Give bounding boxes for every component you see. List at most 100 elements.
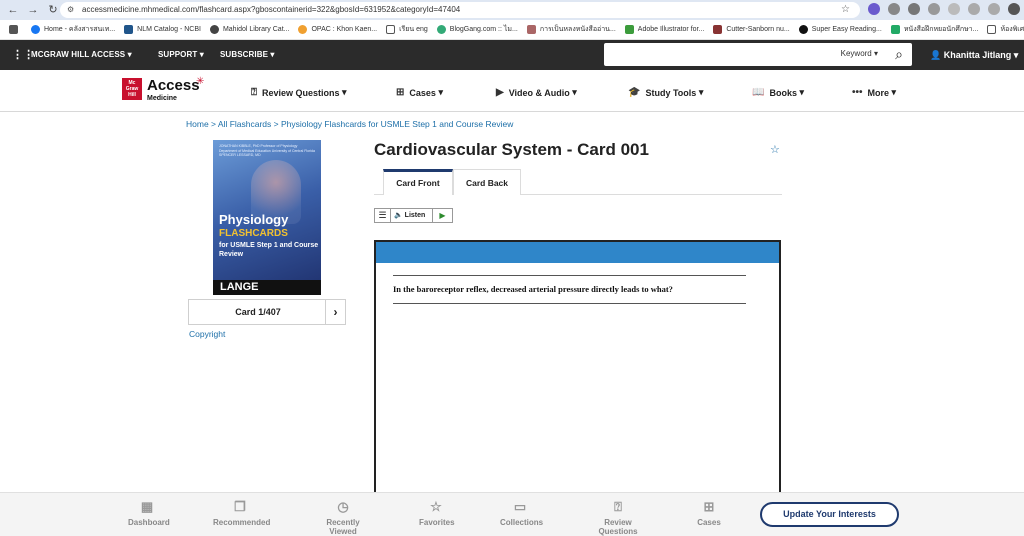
reload-icon[interactable]: ↻ [46, 3, 60, 17]
player-menu-icon[interactable]: ☰ [375, 209, 391, 222]
divider [393, 275, 746, 276]
extensions-puzzle-icon[interactable] [948, 3, 960, 15]
facebook-icon [31, 25, 40, 34]
chevron-down-icon: ▾ [1013, 50, 1019, 60]
play-icon[interactable]: ▶ [433, 209, 452, 222]
mcgraw-hill-logo[interactable]: Mc Graw Hill [122, 78, 142, 100]
bookmark-item[interactable]: การเป็นหลงหนังสืออ่าน... [526, 24, 616, 35]
extension-icon[interactable] [868, 3, 880, 15]
book-title-line2: FLASHCARDS [219, 228, 288, 239]
download-icon[interactable] [988, 3, 1000, 15]
ncbi-icon [124, 25, 134, 34]
flashcard: In the baroreceptor reflex, decreased ar… [374, 240, 781, 500]
bookmark-item[interactable]: BlogGang.com :: ไม... [436, 24, 518, 35]
brand-menu[interactable]: MCGRAW HILL ACCESS ▾ [31, 40, 132, 70]
breadcrumb[interactable]: Home > All Flashcards > Physiology Flash… [186, 119, 513, 129]
reading-site-icon [798, 25, 808, 34]
star-icon: ☆ [430, 499, 442, 514]
folder-icon [386, 25, 396, 34]
bottom-review-questions[interactable]: ⍰ Review Questions [587, 499, 649, 536]
card-tabs: Card Front Card Back [374, 169, 782, 195]
publisher-logo: LANGE [213, 280, 321, 295]
medical-case-icon: ⊞ [703, 499, 715, 514]
address-bar[interactable]: ⚙ accessmedicine.mhmedical.com/flashcard… [60, 2, 860, 18]
bottom-dashboard[interactable]: ▦ Dashboard [128, 499, 170, 527]
bookmark-item[interactable]: NLM Catalog - NCBI [124, 25, 201, 34]
bookmark-item[interactable]: เรียน eng [386, 24, 428, 35]
forward-icon[interactable]: → [26, 3, 40, 17]
search-input[interactable]: Keyword ▾ ⌕ [604, 43, 912, 66]
tab-card-back[interactable]: Card Back [453, 169, 521, 195]
play-icon: ▶ [496, 87, 504, 98]
nav-study-tools[interactable]: 🎓 Study Tools ▾ [628, 87, 703, 98]
site-info-icon[interactable]: ⚙ [67, 2, 74, 18]
chevron-down-icon: ▾ [127, 50, 132, 59]
dashboard-icon: ▦ [140, 499, 154, 514]
page-title: Cardiovascular System - Card 001 [374, 140, 649, 159]
search-scope-dropdown[interactable]: Keyword ▾ [841, 49, 878, 58]
flashcard-question: In the baroreceptor reflex, decreased ar… [393, 284, 673, 294]
listen-button[interactable]: 🔈 Listen [391, 209, 433, 222]
logo-spark-icon: ✳ [196, 76, 205, 87]
bottom-cases[interactable]: ⊞ Cases [697, 499, 721, 527]
book-authors: JONATHAN KIBBLE, PhD Professor of Physio… [219, 144, 315, 157]
extension-icon[interactable] [928, 3, 940, 15]
nav-review-questions[interactable]: ⍰ Review Questions ▾ [251, 87, 347, 98]
bottom-favorites[interactable]: ☆ Favorites [419, 499, 455, 527]
adobe-icon [624, 25, 634, 34]
bookmark-item[interactable]: Mahidol Library Cat... [209, 25, 289, 34]
browser-toolbar: ← → ↻ ⚙ accessmedicine.mhmedical.com/fla… [0, 0, 1024, 20]
flashcard-header-band [376, 242, 779, 263]
profile-avatar[interactable] [1008, 3, 1020, 15]
bookmark-item[interactable]: Adobe Illustrator for... [624, 25, 704, 34]
support-menu[interactable]: SUPPORT ▾ [158, 40, 204, 70]
logo-subtitle: Medicine [147, 95, 177, 102]
bookmark-item[interactable]: Super Easy Reading... [798, 25, 882, 34]
question-icon: ⍰ [251, 87, 257, 98]
chevron-down-icon: ▾ [199, 50, 204, 59]
book-cover[interactable]: JONATHAN KIBBLE, PhD Professor of Physio… [213, 140, 321, 295]
question-icon: ⍰ [614, 499, 622, 514]
bottom-recently-viewed[interactable]: ◷ Recently Viewed [314, 499, 372, 536]
chevron-down-icon: ▾ [698, 87, 704, 97]
menu-icon[interactable] [968, 3, 980, 15]
url-text: accessmedicine.mhmedical.com/flashcard.a… [82, 5, 461, 14]
bookmark-item[interactable]: ห้องพิเศ [987, 24, 1024, 35]
favorite-star-icon[interactable]: ☆ [770, 143, 780, 156]
collections-icon: ▭ [513, 499, 527, 514]
bottom-collections[interactable]: ▭ Collections [500, 499, 543, 527]
nav-cases[interactable]: ⊞ Cases ▾ [396, 87, 443, 98]
graduation-cap-icon: 🎓 [628, 87, 641, 98]
access-medicine-logo[interactable]: Access [147, 78, 200, 94]
bookmarks-bar: Home - คลังสารสนเท... NLM Catalog - NCBI… [0, 20, 1024, 40]
extension-icons [868, 3, 1024, 15]
bookmark-item[interactable]: หนังสือฝึกหยอนักศึกษา... [890, 24, 978, 35]
apps-icon[interactable] [9, 25, 22, 34]
bottom-recommended[interactable]: ❐ Recommended [213, 499, 270, 527]
history-icon: ◷ [337, 499, 349, 514]
bookmark-item[interactable]: Home - คลังสารสนเท... [31, 24, 115, 35]
back-icon[interactable]: ← [6, 3, 20, 17]
bloggang-icon [436, 25, 446, 34]
tab-card-front[interactable]: Card Front [383, 169, 453, 195]
site-icon [890, 25, 900, 34]
book-icon: 📖 [752, 87, 765, 98]
extension-icon[interactable] [908, 3, 920, 15]
cutter-icon [713, 25, 723, 34]
nav-more[interactable]: ••• More ▾ [852, 87, 896, 98]
chevron-down-icon: ▾ [438, 87, 443, 97]
chevron-down-icon: ▾ [270, 50, 275, 59]
update-interests-button[interactable]: Update Your Interests [760, 502, 899, 527]
bookmark-item[interactable]: Cutter-Sanborn nu... [713, 25, 790, 34]
user-menu[interactable]: 👤 Khanitta Jitlang ▾ [930, 40, 1018, 70]
nav-video-audio[interactable]: ▶ Video & Audio ▾ [496, 87, 577, 98]
book-title-line1: Physiology [219, 212, 289, 227]
subscribe-menu[interactable]: SUBSCRIBE ▾ [220, 40, 274, 70]
nav-books[interactable]: 📖 Books ▾ [752, 87, 804, 98]
bookmark-star-icon[interactable]: ☆ [841, 2, 850, 18]
search-icon[interactable]: ⌕ [895, 46, 903, 63]
copyright-link[interactable]: Copyright [189, 329, 225, 339]
next-card-button[interactable]: › [325, 300, 345, 324]
bookmark-item[interactable]: OPAC : Khon Kaen... [298, 25, 377, 34]
extension-icon[interactable] [888, 3, 900, 15]
